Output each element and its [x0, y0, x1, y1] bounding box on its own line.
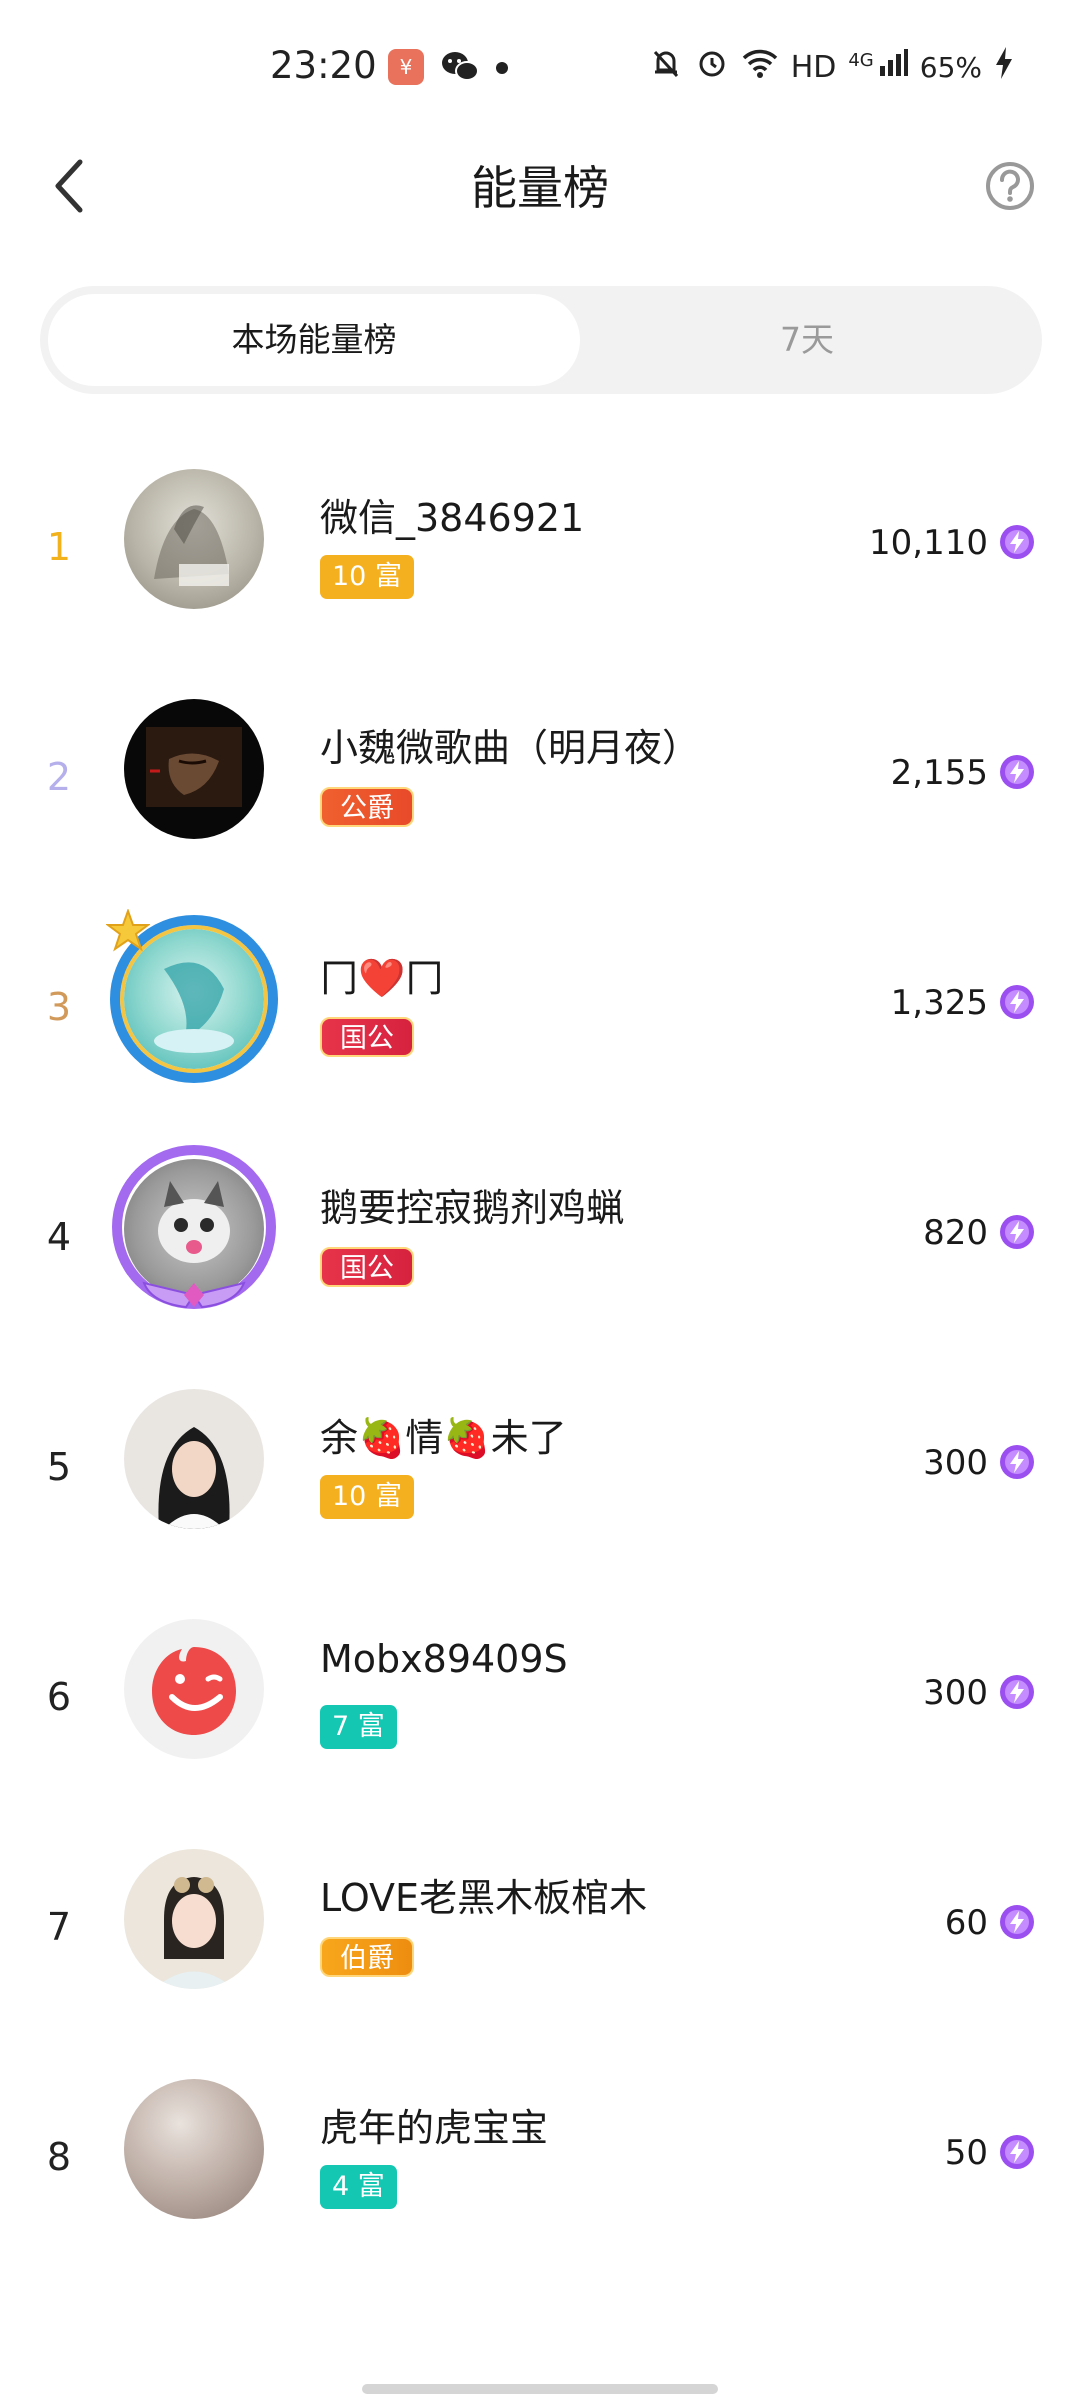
ranking-list: 1 微信_3846921 10 富 10,110 2 小魏微歌曲（明月夜） 公爵…: [0, 445, 1080, 2285]
signal-icon: [878, 48, 908, 86]
energy-bolt-icon: [1000, 755, 1034, 789]
ranking-tabs: 本场能量榜 7天: [40, 286, 1042, 394]
ranking-row[interactable]: 1 微信_3846921 10 富 10,110: [0, 445, 1080, 675]
network-type-label: HD: [790, 49, 837, 85]
energy-bolt-icon: [1000, 1905, 1034, 1939]
user-name: 微信_3846921: [320, 496, 585, 540]
help-button[interactable]: [978, 154, 1042, 218]
page-header: 能量榜: [0, 130, 1080, 240]
user-name: 虎年的虎宝宝: [320, 2106, 549, 2150]
user-name: 鹅要控寂鹅剂鸡蝋: [320, 1186, 625, 1230]
energy-bolt-icon: [1000, 2135, 1034, 2169]
status-bar: 23:20 ¥ HD 4G 65%: [0, 0, 1080, 130]
tab-7-days[interactable]: 7天: [580, 294, 1034, 386]
noble-title-badge: 伯爵: [320, 1937, 414, 1977]
help-icon: [986, 162, 1034, 210]
avatar-image: [124, 2079, 264, 2219]
ranking-row[interactable]: 5 余🍓情🍓未了 10 富 300: [0, 1365, 1080, 1595]
user-name: 余🍓情🍓未了: [320, 1416, 567, 1460]
wechat-icon: [440, 49, 479, 85]
ranking-row[interactable]: 2 小魏微歌曲（明月夜） 公爵 2,155: [0, 675, 1080, 905]
energy-score: 60: [944, 1903, 988, 1943]
noble-title-badge: 国公: [320, 1247, 414, 1287]
avatar-image: [124, 1389, 264, 1529]
energy-score: 10,110: [869, 523, 988, 563]
rank-number: 6: [46, 1675, 72, 1719]
energy-bolt-icon: [1000, 525, 1034, 559]
avatar[interactable]: [124, 1619, 264, 1759]
avatar[interactable]: [124, 1389, 264, 1529]
avatar[interactable]: [124, 1849, 264, 1989]
energy-score: 300: [923, 1443, 988, 1483]
energy-score: 300: [923, 1673, 988, 1713]
wealth-level-badge: 10 富: [320, 1475, 414, 1519]
page-title: 能量榜: [471, 161, 609, 215]
energy-bolt-icon: [1000, 1445, 1034, 1479]
home-indicator[interactable]: [362, 2384, 718, 2394]
mute-bell-icon: [649, 46, 683, 88]
rank-number: 2: [46, 755, 72, 799]
tab-current-session[interactable]: 本场能量榜: [48, 294, 580, 386]
noble-title-badge: 公爵: [320, 787, 414, 827]
avatar[interactable]: [106, 909, 278, 1083]
wifi-icon: [741, 47, 779, 87]
ranking-row[interactable]: 8 虎年的虎宝宝 4 富 50: [0, 2055, 1080, 2285]
avatar[interactable]: [124, 2079, 264, 2219]
rank-number: 7: [46, 1905, 72, 1949]
wings-icon: [142, 1281, 246, 1309]
alarm-icon: [695, 46, 729, 88]
app-notification-icon: ¥: [388, 49, 424, 85]
ranking-row[interactable]: 3 冂❤️冂 国公 1,325: [0, 905, 1080, 1135]
wealth-level-badge: 4 富: [320, 2165, 397, 2209]
energy-score: 50: [944, 2133, 988, 2173]
energy-score: 820: [923, 1213, 988, 1253]
charging-icon: [994, 46, 1014, 88]
battery-label: 65%: [919, 50, 982, 84]
wealth-level-badge: 7 富: [320, 1705, 397, 1749]
energy-score: 2,155: [890, 753, 988, 793]
energy-bolt-icon: [1000, 1215, 1034, 1249]
user-name: 冂❤️冂: [320, 956, 444, 1000]
rank-number: 8: [46, 2135, 72, 2179]
signal-type-label: 4G: [848, 49, 874, 71]
noble-title-badge: 国公: [320, 1017, 414, 1057]
user-name: 小魏微歌曲（明月夜）: [320, 726, 701, 770]
user-name: Mobx89409S: [320, 1637, 568, 1681]
status-time: 23:20: [270, 44, 377, 87]
avatar[interactable]: [124, 469, 264, 609]
rank-number: 5: [46, 1445, 72, 1489]
energy-score: 1,325: [890, 983, 988, 1023]
energy-bolt-icon: [1000, 1675, 1034, 1709]
ranking-row[interactable]: 7 LOVE老黑木板棺木 伯爵 60: [0, 1825, 1080, 2055]
star-icon: [106, 909, 150, 952]
wealth-level-badge: 10 富: [320, 555, 414, 599]
rank-number: 4: [46, 1215, 72, 1259]
avatar-image: [124, 1849, 264, 1989]
rank-number: 3: [46, 985, 72, 1029]
energy-bolt-icon: [1000, 985, 1034, 1019]
ranking-row[interactable]: 6 Mobx89409S 7 富 300: [0, 1595, 1080, 1825]
rank-number: 1: [46, 525, 72, 569]
ranking-row[interactable]: 4 鹅要控寂鹅剂鸡蝋 国公 820: [0, 1135, 1080, 1365]
notification-dot: [496, 62, 508, 74]
user-name: LOVE老黑木板棺木: [320, 1876, 648, 1920]
avatar[interactable]: [112, 1145, 276, 1309]
avatar-image: [124, 469, 264, 609]
avatar-image: [124, 699, 264, 839]
avatar[interactable]: [124, 699, 264, 839]
avatar-image: [124, 1619, 264, 1759]
